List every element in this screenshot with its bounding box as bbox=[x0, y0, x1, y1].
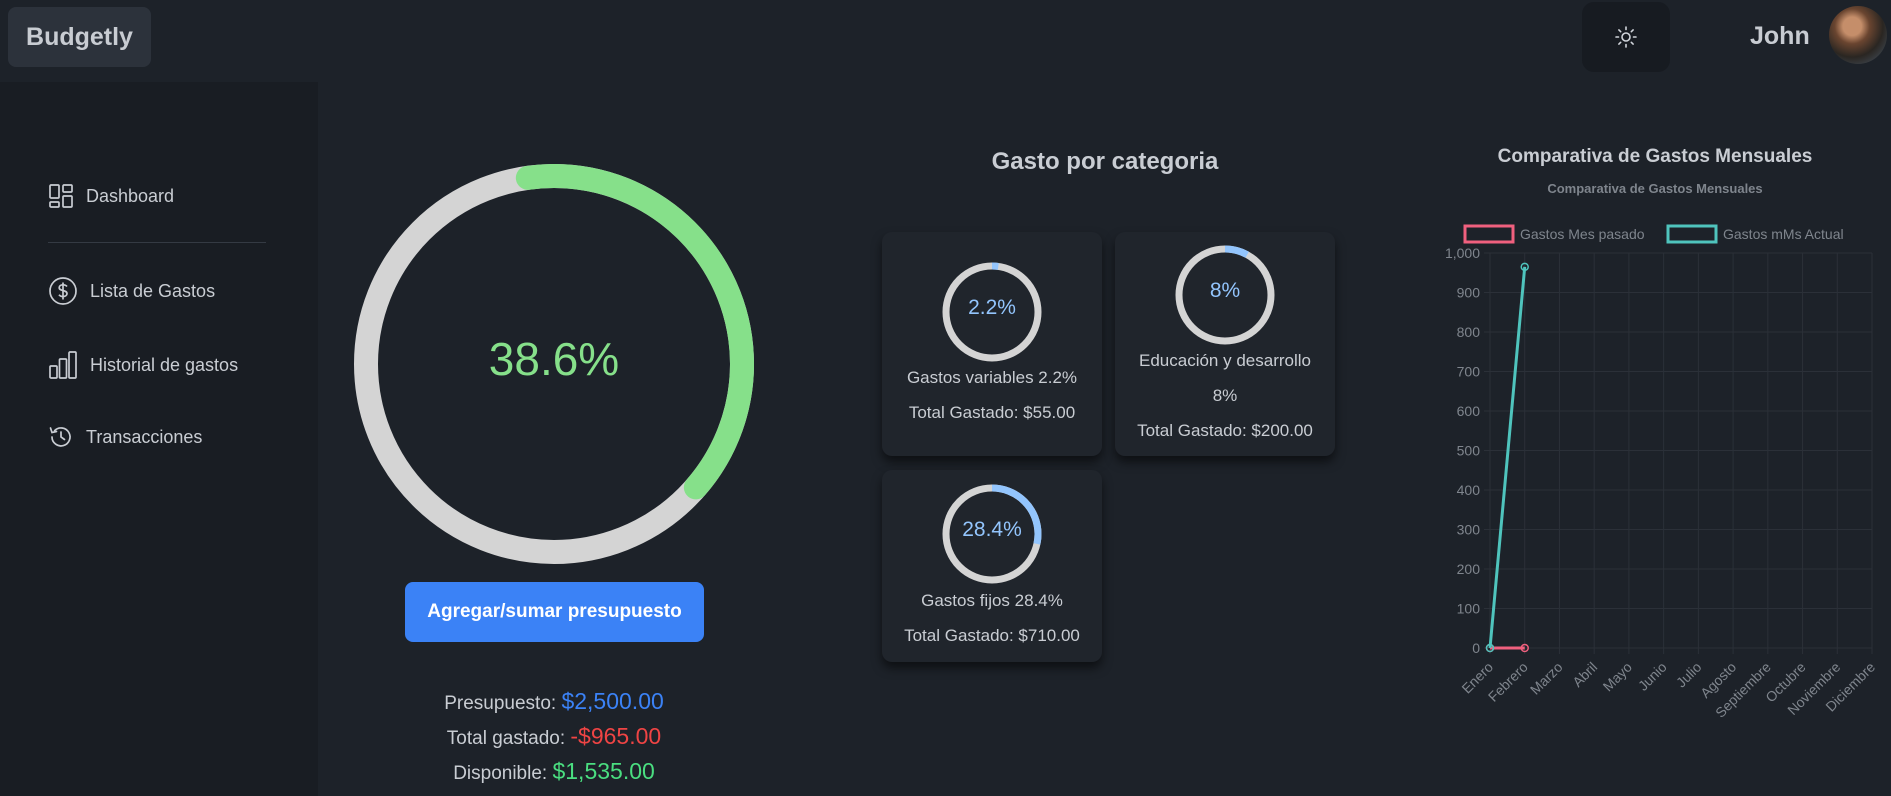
x-tick-label: Junio bbox=[1635, 659, 1670, 694]
y-tick-label: 0 bbox=[1472, 640, 1480, 656]
chart-title: Comparativa de Gastos Mensuales bbox=[1497, 146, 1813, 167]
sidebar-item-historial-de-gastos[interactable]: Historial de gastos bbox=[48, 350, 238, 380]
category-card[interactable]: 2.2% Gastos variables 2.2% Total Gastado… bbox=[882, 232, 1102, 456]
budget-percent: 38.6% bbox=[488, 333, 620, 385]
sidebar-item-lista-de-gastos[interactable]: Lista de Gastos bbox=[48, 276, 215, 306]
sidebar-item-label: Historial de gastos bbox=[90, 354, 239, 375]
category-percent: 28.4% bbox=[962, 518, 1022, 541]
avatar[interactable] bbox=[1829, 6, 1887, 64]
bar-chart-icon bbox=[49, 351, 77, 379]
presupuesto-label: Presupuesto: bbox=[444, 693, 557, 714]
category-name-line2: 8% bbox=[1212, 386, 1238, 405]
category-name: Gastos fijos 28.4% bbox=[921, 591, 1063, 610]
legend-label: Gastos mMs Actual bbox=[1723, 226, 1844, 242]
budget-summary-presupuesto: Presupuesto: $2,500.00 bbox=[354, 688, 754, 715]
legend-swatch bbox=[1666, 224, 1718, 244]
y-tick-label: 200 bbox=[1457, 561, 1481, 577]
y-tick-label: 800 bbox=[1457, 324, 1481, 340]
category-total: Total Gastado: $55.00 bbox=[908, 403, 1076, 422]
top-bar: Budgetly John bbox=[0, 0, 1891, 82]
y-tick-label: 300 bbox=[1457, 522, 1481, 538]
y-tick-label: 900 bbox=[1457, 285, 1481, 301]
category-name: Gastos variables 2.2% bbox=[906, 368, 1078, 387]
sidebar-item-dashboard[interactable]: Dashboard bbox=[48, 183, 174, 209]
brand-logo[interactable]: Budgetly bbox=[8, 7, 151, 67]
category-card[interactable]: 28.4% Gastos fijos 28.4% Total Gastado: … bbox=[882, 470, 1102, 662]
category-total: Total Gastado: $710.00 bbox=[904, 626, 1080, 645]
x-tick-label: Abril bbox=[1569, 659, 1600, 690]
series-line bbox=[1488, 266, 1527, 649]
sidebar-divider bbox=[48, 242, 266, 243]
y-tick-label: 700 bbox=[1457, 364, 1481, 380]
y-tick-label: 600 bbox=[1457, 403, 1481, 419]
monthly-comparison-chart: Comparativa de Gastos Mensuales Gastos Me… bbox=[1445, 181, 1878, 721]
gastado-value: -$965.00 bbox=[570, 723, 662, 749]
y-tick-label: 500 bbox=[1457, 443, 1481, 459]
disponible-label: Disponible: bbox=[453, 763, 548, 784]
y-tick-label: 1,000 bbox=[1445, 245, 1480, 261]
user-name[interactable]: John bbox=[1750, 22, 1810, 51]
sidebar-item-label: Dashboard bbox=[86, 185, 175, 206]
presupuesto-value: $2,500.00 bbox=[561, 688, 664, 714]
add-budget-button[interactable]: Agregar/sumar presupuesto bbox=[405, 582, 704, 642]
legend-label: Gastos Mes pasado bbox=[1520, 226, 1645, 242]
sidebar-item-label: Transacciones bbox=[86, 426, 203, 447]
legend-swatch bbox=[1463, 224, 1515, 244]
sidebar-item-transacciones[interactable]: Transacciones bbox=[48, 424, 202, 450]
dashboard-icon bbox=[49, 184, 73, 208]
sun-icon bbox=[1615, 26, 1637, 48]
y-tick-label: 100 bbox=[1457, 601, 1481, 617]
x-tick-label: Mayo bbox=[1600, 659, 1636, 695]
gastado-label: Total gastado: bbox=[446, 728, 566, 749]
budget-summary-disponible: Disponible: $1,535.00 bbox=[354, 758, 754, 785]
category-total: Total Gastado: $200.00 bbox=[1137, 421, 1313, 440]
chart-subtitle: Comparativa de Gastos Mensuales bbox=[1547, 181, 1762, 196]
history-icon bbox=[49, 427, 71, 447]
category-name: Educación y desarrollo bbox=[1139, 351, 1311, 370]
budget-summary-gastado: Total gastado: -$965.00 bbox=[354, 723, 754, 750]
category-percent: 2.2% bbox=[968, 296, 1016, 319]
disponible-value: $1,535.00 bbox=[552, 758, 655, 784]
sidebar: Dashboard Lista de Gastos Historial de g… bbox=[0, 82, 318, 796]
sidebar-item-label: Lista de Gastos bbox=[90, 280, 216, 301]
categories-title: Gasto por categoria bbox=[991, 148, 1219, 175]
theme-toggle-button[interactable] bbox=[1582, 2, 1670, 72]
category-percent: 8% bbox=[1209, 279, 1241, 302]
category-card[interactable]: 8% Educación y desarrollo 8% Total Gasta… bbox=[1115, 232, 1335, 456]
x-tick-label: Marzo bbox=[1527, 659, 1566, 698]
y-tick-label: 400 bbox=[1457, 482, 1481, 498]
dollar-circle-icon bbox=[49, 277, 77, 305]
x-tick-label: Febrero bbox=[1485, 659, 1531, 705]
